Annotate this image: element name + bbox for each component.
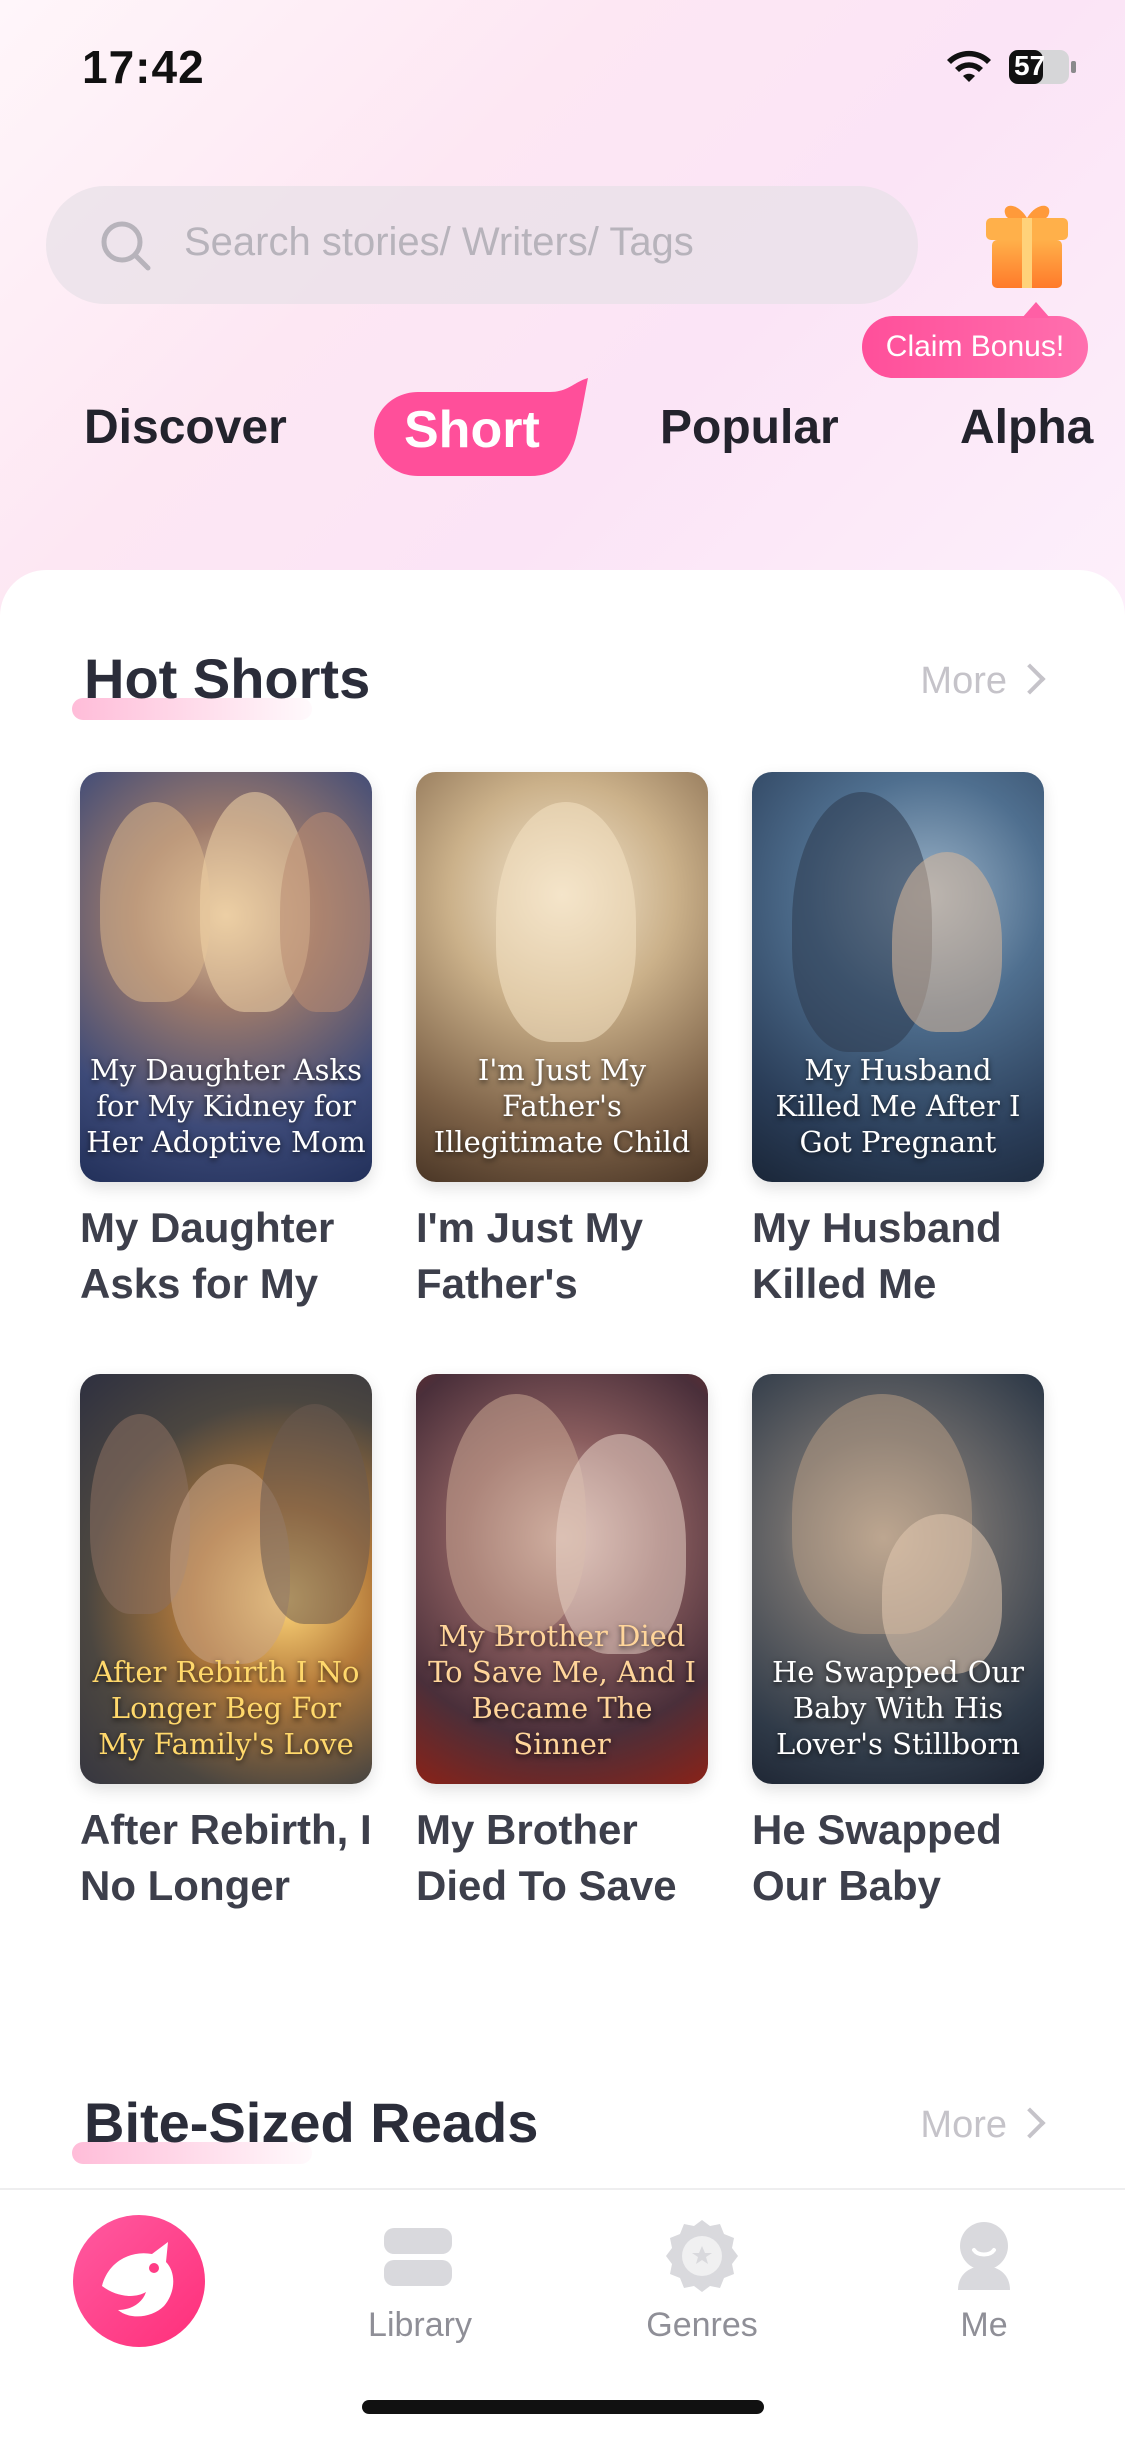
cover-text: My Daughter Asks for My Kidney for Her A… (86, 1053, 366, 1159)
book-title: My Husband Killed Me (752, 1204, 1002, 1307)
cover-text: My Brother Died To Save Me, And I Became… (428, 1619, 696, 1761)
section-title: Bite-Sized Reads (84, 2091, 539, 2154)
tab-short-label: Short (404, 401, 540, 459)
claim-bonus-badge[interactable]: Claim Bonus! (862, 302, 1088, 378)
book-card[interactable]: My Brother Died To Save Me, And I Became… (416, 1374, 710, 1914)
genres-badge-icon (666, 2220, 738, 2292)
nav-home[interactable] (72, 2190, 272, 2390)
gift-icon[interactable] (982, 196, 1072, 292)
book-title: My Daughter Asks for My (80, 1204, 335, 1307)
nav-genres[interactable]: Genres (602, 2190, 802, 2390)
chevron-right-icon (1014, 2107, 1046, 2139)
book-title: My Brother Died To Save (416, 1806, 677, 1909)
book-cover: My Daughter Asks for My Kidney for Her A… (80, 772, 372, 1182)
tab-popular[interactable]: Popular (660, 400, 839, 455)
search-icon (101, 221, 151, 271)
nav-library-label: Library (368, 2306, 472, 2344)
nav-me-label: Me (960, 2306, 1008, 2344)
cover-text: My Husband Killed Me After I Got Pregnan… (775, 1053, 1021, 1159)
book-card[interactable]: After Rebirth I No Longer Beg For My Fam… (80, 1374, 374, 1914)
library-icon (384, 2228, 452, 2286)
book-card[interactable]: I'm Just My Father's Illegitimate Child … (416, 772, 710, 1312)
hot-shorts-header: Hot Shorts More (0, 640, 1125, 730)
chevron-right-icon (1014, 663, 1046, 695)
book-cover: I'm Just My Father's Illegitimate Child (416, 772, 708, 1182)
book-cover: My Husband Killed Me After I Got Pregnan… (752, 772, 1044, 1182)
book-card[interactable]: My Daughter Asks for My Kidney for Her A… (80, 772, 374, 1312)
bite-sized-header: Bite-Sized Reads More (0, 2084, 1125, 2174)
home-indicator (362, 2400, 764, 2414)
book-cover: He Swapped Our Baby With His Lover's Sti… (752, 1374, 1044, 1784)
book-cover: My Brother Died To Save Me, And I Became… (416, 1374, 708, 1784)
content-panel: Hot Shorts More My Daughter Asks for My … (0, 570, 1125, 2190)
more-label: More (920, 660, 1007, 702)
book-cover: After Rebirth I No Longer Beg For My Fam… (80, 1374, 372, 1784)
book-card[interactable]: He Swapped Our Baby With His Lover's Sti… (752, 1374, 1046, 1914)
more-link[interactable]: More (920, 660, 1046, 703)
search-bar[interactable]: Search stories/ Writers/ Tags (46, 186, 918, 304)
wifi-icon (947, 50, 991, 82)
category-tabs: Discover Short Popular Alpha (0, 370, 1125, 490)
search-input-placeholder: Search stories/ Writers/ Tags (184, 220, 694, 264)
nav-me[interactable]: Me (884, 2190, 1084, 2390)
tab-short[interactable]: Short (370, 376, 600, 486)
more-label: More (920, 2104, 1007, 2146)
nav-library[interactable]: Library (320, 2190, 520, 2390)
nav-genres-label: Genres (646, 2306, 758, 2344)
cover-text: I'm Just My Father's Illegitimate Child (433, 1053, 691, 1159)
section-title: Hot Shorts (84, 647, 371, 710)
status-time: 17:42 (82, 41, 205, 93)
profile-icon (958, 2222, 1010, 2290)
app-logo-icon (73, 2215, 205, 2347)
more-link[interactable]: More (920, 2104, 1046, 2147)
book-card[interactable]: My Husband Killed Me After I Got Pregnan… (752, 772, 1046, 1312)
cover-text: He Swapped Our Baby With His Lover's Sti… (771, 1655, 1025, 1761)
battery-icon: 57 (1008, 48, 1078, 86)
battery-level: 57 (1014, 50, 1046, 81)
book-title: I'm Just My Father's (416, 1204, 644, 1307)
book-title: He Swapped Our Baby (752, 1806, 1002, 1909)
book-title: After Rebirth, I No Longer (80, 1806, 372, 1909)
status-bar: 17:42 57 (0, 0, 1125, 140)
cover-text: After Rebirth I No Longer Beg For My Fam… (92, 1655, 360, 1761)
tab-alpha[interactable]: Alpha (960, 400, 1093, 455)
tab-discover[interactable]: Discover (84, 400, 287, 455)
